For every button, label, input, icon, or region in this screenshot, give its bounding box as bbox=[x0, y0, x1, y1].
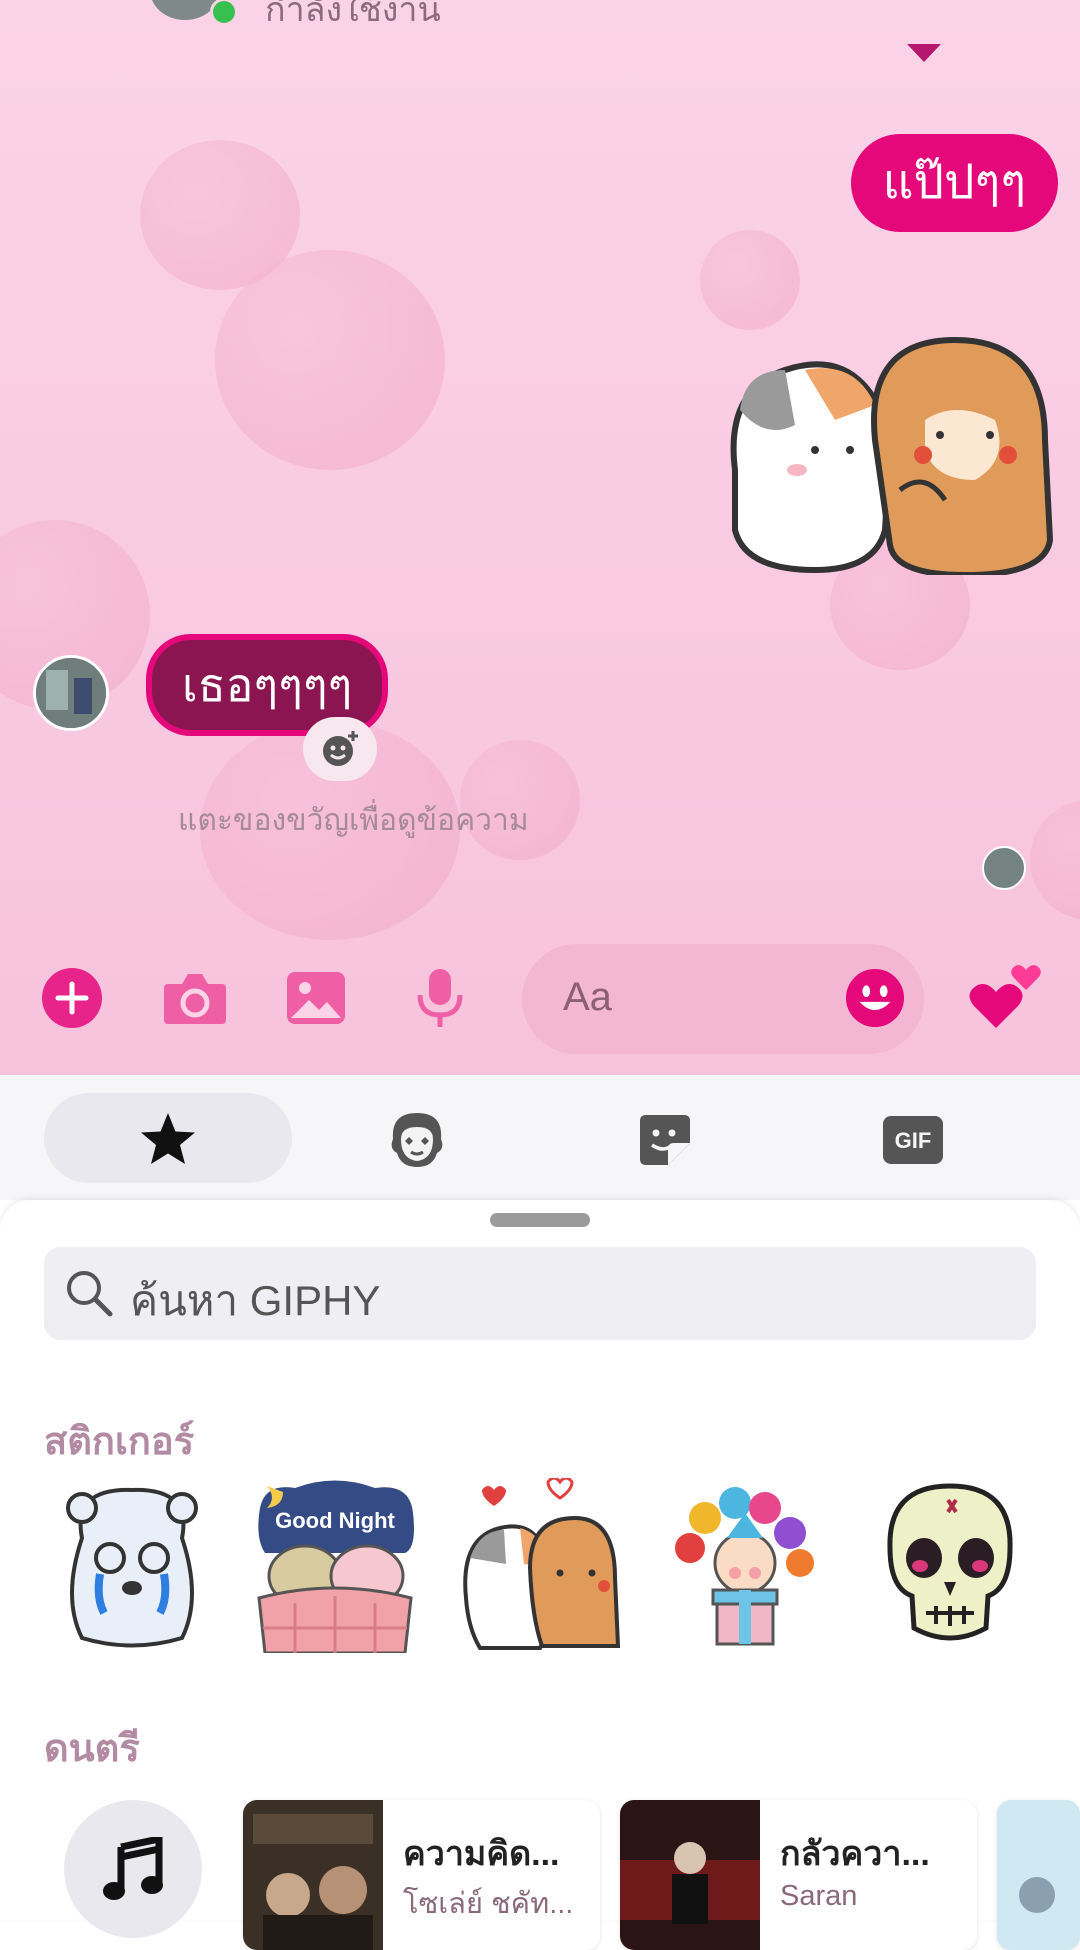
microphone-icon bbox=[417, 969, 463, 1027]
search-placeholder: ค้นหา GIPHY bbox=[130, 1277, 381, 1324]
stickers-section-title: สติกเกอร์ bbox=[44, 1421, 195, 1463]
star-icon bbox=[141, 1113, 195, 1164]
message-input-placeholder: Aa bbox=[563, 975, 612, 1019]
dog-figure bbox=[871, 336, 1054, 575]
music-section-title: ดนตรี bbox=[44, 1728, 140, 1770]
add-reaction-icon bbox=[323, 731, 358, 766]
tab-stickers[interactable] bbox=[635, 1110, 695, 1170]
cat-dog-hug-sticker[interactable] bbox=[460, 1478, 620, 1653]
heart-decoration bbox=[700, 230, 800, 330]
song-title: กลัวควา... bbox=[780, 1835, 930, 1873]
gallery-button[interactable] bbox=[285, 968, 347, 1028]
sticker-icon bbox=[640, 1115, 690, 1165]
emoji-button[interactable] bbox=[845, 968, 905, 1028]
cat-dog-sticker-message[interactable] bbox=[725, 330, 1057, 575]
song-artist: โซเล่ย์ ชคัท... bbox=[403, 1888, 574, 1920]
music-browse-button[interactable] bbox=[64, 1800, 202, 1938]
tab-gif[interactable]: GIF bbox=[882, 1110, 944, 1170]
hearts-icon bbox=[969, 965, 1041, 1028]
outgoing-message[interactable]: แป๊ปๆๆ bbox=[850, 134, 1058, 232]
camera-icon bbox=[164, 974, 226, 1024]
album-art bbox=[620, 1800, 760, 1950]
avatar-photo bbox=[36, 658, 106, 728]
heart-decoration bbox=[1030, 800, 1080, 920]
sender-avatar[interactable] bbox=[33, 655, 109, 731]
plus-icon bbox=[42, 968, 102, 1028]
sheet-drag-handle[interactable] bbox=[490, 1213, 590, 1227]
music-note-icon bbox=[103, 1837, 163, 1900]
song-artist: Saran bbox=[780, 1880, 858, 1912]
heart-decoration bbox=[215, 250, 445, 470]
microphone-button[interactable] bbox=[410, 968, 470, 1028]
avatar-face-icon bbox=[391, 1113, 443, 1167]
tab-favorites-button[interactable] bbox=[138, 1110, 198, 1170]
hearts-button[interactable] bbox=[968, 960, 1042, 1034]
balloons-gift-sticker[interactable] bbox=[665, 1478, 825, 1653]
song-title: ความคิด... bbox=[403, 1835, 560, 1873]
gift-hint-text: แตะของขวัญเพื่อดูข้อความ bbox=[178, 804, 529, 837]
album-art bbox=[997, 1800, 1080, 1950]
cat-figure bbox=[730, 361, 890, 574]
svg-text:Good Night: Good Night bbox=[275, 1508, 395, 1533]
camera-button[interactable] bbox=[162, 968, 228, 1028]
music-card[interactable]: ความคิด... โซเล่ย์ ชคัท... bbox=[243, 1800, 600, 1950]
read-receipt-avatar bbox=[982, 846, 1026, 890]
tab-avatars[interactable] bbox=[387, 1110, 447, 1170]
scroll-marker-icon bbox=[907, 44, 941, 62]
plus-button[interactable] bbox=[42, 968, 102, 1028]
crying-bear-sticker[interactable] bbox=[52, 1478, 212, 1653]
music-card-partial[interactable] bbox=[997, 1800, 1080, 1950]
good-night-sticker[interactable]: Good Night bbox=[255, 1478, 415, 1653]
album-art bbox=[243, 1800, 383, 1950]
search-icon bbox=[67, 1271, 113, 1317]
emoji-icon bbox=[845, 968, 905, 1028]
music-card[interactable]: กลัวควา... Saran bbox=[620, 1800, 977, 1950]
add-reaction-button[interactable] bbox=[303, 717, 377, 781]
gif-icon: GIF bbox=[883, 1116, 943, 1164]
skull-sticker[interactable] bbox=[870, 1478, 1030, 1653]
svg-text:GIF: GIF bbox=[895, 1128, 932, 1153]
active-status: กำลังใช้งาน bbox=[265, 0, 441, 29]
image-icon bbox=[287, 972, 345, 1024]
